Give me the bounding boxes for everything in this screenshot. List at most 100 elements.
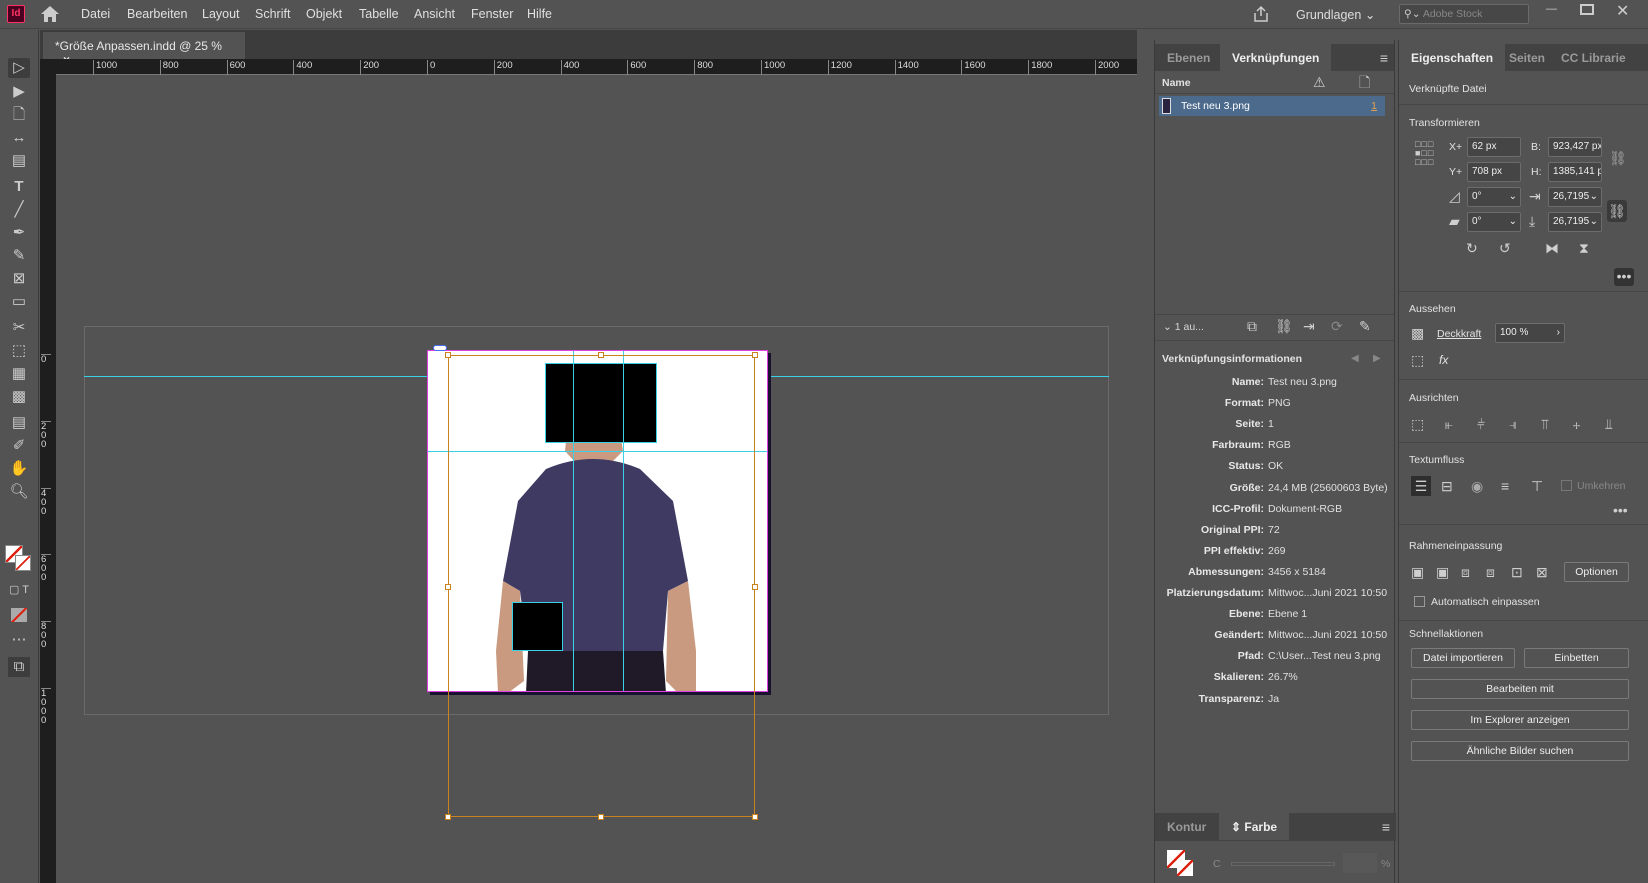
jump-to-next-column-icon[interactable]: ⊤ (1531, 478, 1543, 494)
tab-ebenen[interactable]: Ebenen (1155, 44, 1222, 71)
warning-column-icon[interactable]: ⚠ (1313, 74, 1326, 90)
fit-content-to-frame-icon[interactable]: ⧈ (1486, 564, 1495, 580)
line-tool-icon[interactable]: ╱ (8, 200, 30, 220)
align-bottom-icon[interactable]: ⫫ (1605, 416, 1613, 432)
graphic-frame-bounding-box[interactable] (445, 352, 758, 820)
page-tool-icon[interactable]: 🗋 (8, 105, 30, 125)
horizontal-ruler[interactable]: 1000 800 600 400 200 0 200 400 600 800 1000 1200 140… (56, 59, 1137, 75)
resize-handle-sw[interactable] (445, 814, 451, 820)
rotate-clockwise-icon[interactable]: ↻ (1466, 240, 1478, 256)
pen-tool-icon[interactable]: ✒ (8, 223, 30, 243)
width-input[interactable]: 923,427 px (1548, 137, 1602, 157)
update-link-icon[interactable]: ⟳ (1331, 318, 1343, 334)
rotation-input[interactable]: 0° ⌄ (1467, 187, 1521, 207)
gradient-swatch-tool-icon[interactable]: ▦ (8, 364, 30, 384)
menu-objekt[interactable]: Objekt (306, 7, 342, 21)
frame-fitting-options-button[interactable]: Optionen (1564, 562, 1629, 582)
opacity-input[interactable]: 100 % › (1495, 323, 1565, 343)
previous-link-icon[interactable]: ◀ (1351, 351, 1359, 367)
maximize-button[interactable] (1580, 4, 1594, 15)
height-input[interactable]: 1385,141 p (1548, 162, 1602, 182)
resize-handle-e[interactable] (752, 584, 758, 590)
tab-eigenschaften[interactable]: Eigenschaften (1399, 44, 1506, 71)
align-top-icon[interactable]: ⫪ (1541, 416, 1549, 432)
menu-datei[interactable]: Datei (81, 7, 110, 21)
wrap-bounding-box-icon[interactable]: ⊟ (1441, 478, 1453, 494)
panel-menu-icon[interactable]: ≡ (1382, 819, 1390, 835)
pencil-tool-icon[interactable]: ✎ (8, 246, 30, 266)
direct-selection-tool-icon[interactable]: ▶ (8, 82, 30, 102)
more-options-icon[interactable]: ••• (1614, 268, 1634, 286)
home-icon[interactable] (40, 5, 60, 23)
document-tab[interactable]: *Größe Anpassen.indd @ 25 % × (43, 32, 245, 67)
content-collector-icon[interactable]: ▤ (8, 151, 30, 171)
menu-schrift[interactable]: Schrift (255, 7, 290, 21)
menu-bearbeiten[interactable]: Bearbeiten (127, 7, 187, 21)
scale-x-input[interactable]: 26,7195 ⌄ (1548, 187, 1602, 207)
resize-handle-se[interactable] (752, 814, 758, 820)
link-row[interactable]: Test neu 3.png 1 (1159, 96, 1385, 116)
resize-handle-w[interactable] (445, 584, 451, 590)
fit-frame-to-content-icon[interactable]: ⧈ (1461, 564, 1470, 580)
effects-fx-button[interactable]: fx (1439, 353, 1448, 367)
more-options-icon[interactable]: ••• (1613, 502, 1628, 518)
menu-fenster[interactable]: Fenster (471, 7, 513, 21)
reference-point-icon[interactable]: □□□ ■□□ □□□ (1415, 140, 1434, 167)
minimize-button[interactable]: — (1546, 3, 1566, 15)
gradient-feather-tool-icon[interactable]: ▩ (8, 387, 30, 407)
resize-handle-s[interactable] (598, 814, 604, 820)
formatting-container-icon[interactable]: ▢ T (8, 580, 30, 600)
panel-menu-icon[interactable]: ≡ (1380, 50, 1388, 66)
eyedropper-tool-icon[interactable]: ✐ (8, 436, 30, 456)
jump-object-icon[interactable]: ≡ (1501, 478, 1509, 494)
flip-horizontal-icon[interactable]: ⧓ (1545, 240, 1559, 256)
screen-mode-icon[interactable]: ⧉ (8, 657, 30, 677)
menu-tabelle[interactable]: Tabelle (359, 7, 399, 21)
link-page-number[interactable]: 1 (1371, 100, 1377, 112)
go-to-link-icon[interactable]: ⇥ (1303, 318, 1315, 334)
content-aware-fit-icon[interactable]: ⊠ (1536, 564, 1548, 580)
menu-layout[interactable]: Layout (202, 7, 240, 21)
shear-input[interactable]: 0° ⌄ (1467, 212, 1521, 232)
center-content-icon[interactable]: ⊡ (1511, 564, 1523, 580)
tab-kontur[interactable]: Kontur (1155, 813, 1218, 840)
cyan-value-field[interactable] (1343, 853, 1377, 873)
share-icon[interactable] (1252, 5, 1270, 26)
ruler-origin[interactable] (40, 59, 56, 75)
type-tool-icon[interactable]: T (8, 177, 30, 197)
next-link-icon[interactable]: ▶ (1373, 351, 1381, 367)
link-badge-icon[interactable] (433, 345, 447, 351)
selection-tool-icon[interactable]: ▷ (8, 58, 30, 78)
edit-with-button[interactable]: Bearbeiten mit (1411, 679, 1629, 699)
auto-fit-checkbox[interactable] (1414, 596, 1425, 607)
free-transform-tool-icon[interactable]: ⬚ (8, 341, 30, 361)
zoom-tool-icon[interactable]: 🔍︎ (8, 482, 30, 502)
constrain-proportions-icon[interactable]: ⛓ (1607, 200, 1627, 222)
note-tool-icon[interactable]: ▤ (8, 413, 30, 433)
resize-handle-n[interactable] (598, 352, 604, 358)
unlinked-constrain-icon[interactable]: ⛓ (1609, 150, 1627, 166)
flip-vertical-icon[interactable]: ⧗ (1579, 240, 1589, 256)
rectangle-tool-icon[interactable]: ▭ (8, 292, 30, 312)
gap-tool-icon[interactable]: ↔ (8, 128, 30, 148)
align-to-selection-icon[interactable]: ⬚ (1411, 416, 1424, 432)
invert-checkbox[interactable] (1561, 480, 1572, 491)
view-mode-icon[interactable]: ⋯ (8, 630, 30, 650)
import-file-button[interactable]: Datei importieren (1411, 648, 1515, 668)
chevron-down-icon[interactable]: ⌄ (1509, 216, 1517, 227)
fill-stroke-swatch[interactable] (5, 545, 33, 573)
chevron-down-icon[interactable]: ⌄ (1509, 191, 1517, 202)
align-vertical-center-icon[interactable]: ⧾ (1573, 416, 1580, 432)
tab-seiten[interactable]: Seiten (1497, 44, 1557, 71)
rectangle-frame-tool-icon[interactable]: ⊠ (8, 269, 30, 289)
relink-from-folder-icon[interactable]: ⧉ (1247, 318, 1257, 334)
vertical-ruler[interactable]: 0 200 400 600 800 1000 (40, 75, 56, 883)
tab-cc-libraries[interactable]: CC Librarie (1549, 44, 1638, 71)
reveal-in-explorer-button[interactable]: Im Explorer anzeigen (1411, 710, 1629, 730)
column-name-header[interactable]: Name (1162, 77, 1191, 89)
menu-hilfe[interactable]: Hilfe (527, 7, 552, 21)
fill-stroke-swatch[interactable] (1167, 850, 1195, 878)
scale-y-input[interactable]: 26,7195 ⌄ (1548, 212, 1602, 232)
resize-handle-nw[interactable] (445, 352, 451, 358)
edit-original-icon[interactable]: ✎ (1359, 318, 1371, 334)
